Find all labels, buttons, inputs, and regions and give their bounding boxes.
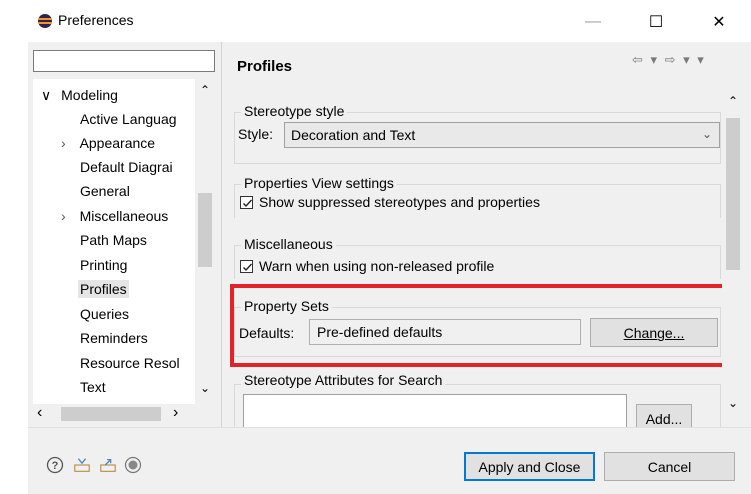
tree-item-reminders[interactable]: Reminders [80,330,148,346]
tree-item-path-maps[interactable]: Path Maps [80,232,147,248]
stereotype-search-list[interactable] [243,394,627,427]
add-button-label: Add... [645,411,683,427]
show-suppressed-label[interactable]: Show suppressed stereotypes and properti… [259,194,540,210]
preferences-tree: ∨ Modeling Active Languag › Appearance D… [33,79,195,404]
tree-item-appearance[interactable]: › Appearance [61,135,155,151]
tree-item-label: Text [80,379,106,395]
tree-item-miscellaneous[interactable]: › Miscellaneous [61,208,168,224]
style-label: Style: [238,126,274,142]
group-label: Stereotype Attributes for Search [241,372,446,388]
close-button[interactable]: ✕ [696,8,742,36]
help-icon[interactable]: ? [46,456,64,474]
tree-item-label: Default Diagrai [80,159,173,175]
eclipse-icon [38,14,52,28]
add-button[interactable]: Add... [636,404,692,427]
scrollbar-thumb[interactable] [198,193,212,267]
pane-divider[interactable] [221,42,228,427]
group-label: Properties View settings [241,175,397,191]
filter-input[interactable] [33,50,215,72]
tree-item-general[interactable]: General [80,183,130,199]
group-label: Stereotype style [241,103,348,119]
tree-item-label: Miscellaneous [79,208,169,224]
highlight-box [230,284,729,367]
record-icon[interactable] [124,456,142,474]
tree-item-label: Resource Resol [80,355,180,371]
apply-and-close-button[interactable]: Apply and Close [464,452,595,481]
export-icon[interactable] [99,456,117,474]
tree-item-label: Printing [80,257,128,273]
footer-separator [28,427,751,428]
tree-item-label: General [80,183,130,199]
chevron-down-icon: ⌄ [702,127,713,141]
warn-non-released-label[interactable]: Warn when using non-released profile [259,258,494,274]
content-vertical-scrollbar[interactable]: ⌃ ⌄ [722,88,744,418]
tree-item-label: Path Maps [80,232,147,248]
scrollbar-thumb[interactable] [726,118,740,270]
sidebar-horizontal-scrollbar[interactable]: ‹ › [33,404,195,424]
chevron-right-icon[interactable]: › [61,135,66,151]
tree-item-label: Appearance [79,135,156,151]
scroll-down-icon[interactable]: ⌄ [728,396,738,410]
tree-item-label: Reminders [80,330,148,346]
import-icon[interactable] [73,456,91,474]
tree-item-modeling[interactable]: ∨ Modeling [41,87,118,104]
warn-non-released-checkbox[interactable] [240,260,253,273]
group-label: Miscellaneous [241,236,336,252]
preferences-window: Preferences — ☐ ✕ ∨ Modeling Active Lang… [0,0,751,494]
style-select-value: Decoration and Text [291,127,416,143]
chevron-right-icon[interactable]: › [61,208,66,224]
scrollbar-thumb[interactable] [61,407,161,421]
tree-item-active-language[interactable]: Active Languag [80,111,177,127]
tree-item-label: Modeling [61,87,118,103]
tree-item-label: Active Languag [80,111,177,127]
maximize-button[interactable]: ☐ [633,8,679,36]
title-bar: Preferences — ☐ ✕ [0,0,751,42]
style-select[interactable]: Decoration and Text ⌄ [284,122,720,148]
scroll-up-icon[interactable]: ⌃ [728,94,738,108]
history-nav-icon[interactable]: ⇦ ▾ ⇨ ▾ ▾ [632,52,706,68]
minimize-button[interactable]: — [570,8,616,36]
tree-item-label: Profiles [78,280,129,298]
scroll-right-icon[interactable]: › [173,404,178,422]
tree-item-text[interactable]: Text [80,379,106,395]
show-suppressed-checkbox[interactable] [240,196,253,209]
page-title: Profiles [237,58,293,75]
scroll-down-icon[interactable]: ⌄ [200,381,210,395]
tree-item-profiles[interactable]: Profiles [78,280,129,298]
tree-item-label: Queries [80,306,130,322]
tree-item-default-diagram[interactable]: Default Diagrai [80,159,173,175]
chevron-down-icon[interactable]: ∨ [41,87,51,103]
tree-item-printing[interactable]: Printing [80,257,127,273]
window-title: Preferences [58,12,134,28]
scroll-left-icon[interactable]: ‹ [37,404,42,422]
tree-item-resource-resolution[interactable]: Resource Resol [80,355,180,371]
tree-item-queries[interactable]: Queries [80,306,129,322]
cancel-button[interactable]: Cancel [604,452,735,481]
scroll-up-icon[interactable]: ⌃ [200,83,210,97]
sidebar-vertical-scrollbar[interactable]: ⌃ ⌄ [195,79,215,404]
svg-text:?: ? [52,460,59,472]
window-edge [0,42,28,494]
